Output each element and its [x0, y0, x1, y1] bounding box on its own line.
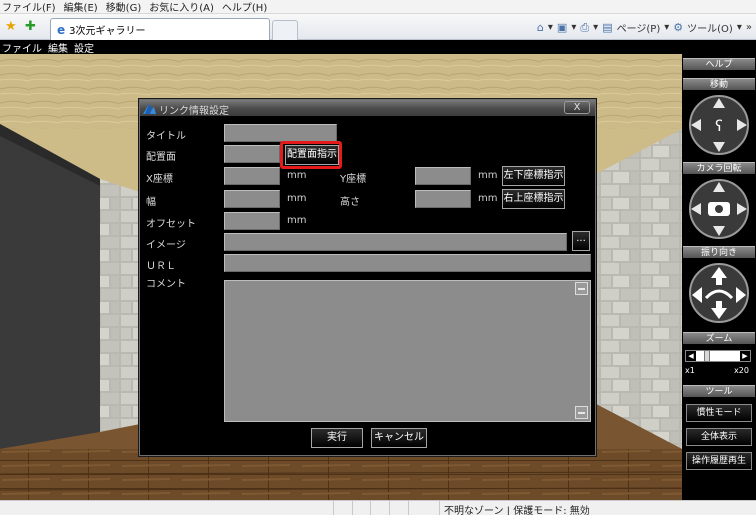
offset-field[interactable]	[224, 212, 280, 230]
zoom-slider[interactable]: ◀ ▶	[685, 350, 751, 362]
browser-window: ファイル(F) 編集(E) 移動(G) お気に入り(A) ヘルプ(H) ★ ✚ …	[0, 0, 756, 515]
comment-textarea[interactable]	[224, 280, 591, 422]
direction-section-header: 振り向き	[683, 246, 755, 258]
link-info-dialog: リンク情報設定 X タイトル 配置面 配置面指示 X座標 mm Y座標 mm 左…	[139, 99, 596, 456]
x-coord-label: X座標	[146, 174, 173, 185]
width-unit-label: mm	[287, 193, 307, 204]
url-label: ＵＲＬ	[146, 261, 176, 272]
move-walk-pad[interactable]: ʕ	[684, 94, 754, 156]
zoom-out-arrow-icon[interactable]: ◀	[686, 351, 696, 361]
ie-menu-bar: ファイル(F) 編集(E) 移動(G) お気に入り(A) ヘルプ(H)	[0, 0, 756, 14]
app-menu-bar: ファイル 編集 設定	[0, 40, 756, 55]
feeds-icon[interactable]: ▣	[557, 21, 567, 34]
y-unit-label: mm	[478, 170, 498, 181]
offset-label: オフセット	[146, 219, 196, 230]
top-right-coord-button[interactable]: 右上座標指示	[502, 189, 565, 209]
tools-menu[interactable]: ツール(O)	[687, 20, 733, 35]
zoom-in-arrow-icon[interactable]: ▶	[740, 351, 750, 361]
replay-history-button[interactable]: 操作履歴再生	[686, 452, 752, 470]
offset-unit-label: mm	[287, 215, 307, 226]
placement-select-button[interactable]: 配置面指示	[285, 145, 339, 165]
url-field[interactable]	[224, 254, 591, 272]
page-menu[interactable]: ページ(P)	[617, 20, 661, 35]
app-menu-file[interactable]: ファイル	[2, 40, 42, 55]
page-icon: ▤	[602, 21, 613, 34]
comment-scroll-down-button[interactable]	[575, 406, 588, 419]
height-field[interactable]	[415, 190, 471, 208]
app-logo-icon	[143, 104, 156, 114]
footprints-icon: ʕ	[715, 117, 723, 135]
zoom-section-header: ズーム	[683, 332, 755, 344]
title-field[interactable]	[224, 124, 337, 142]
dialog-title: リンク情報設定	[159, 106, 229, 117]
new-tab-button[interactable]	[272, 20, 298, 40]
zoom-min-label: x1	[685, 366, 695, 375]
x-coord-field[interactable]	[224, 167, 280, 185]
security-zone-status: 不明なゾーン | 保護モード: 無効	[444, 506, 590, 515]
tab-title: 3次元ギャラリー	[69, 26, 146, 37]
tab-3d-gallery[interactable]: e 3次元ギャラリー	[50, 18, 270, 40]
image-label: イメージ	[146, 240, 186, 251]
turn-direction-pad[interactable]	[684, 262, 754, 324]
dialog-close-button[interactable]: X	[564, 101, 590, 114]
y-coord-field[interactable]	[415, 167, 471, 185]
image-field[interactable]	[224, 233, 567, 251]
height-label: 高さ	[340, 197, 360, 208]
status-bar: 不明なゾーン | 保護モード: 無効	[0, 500, 756, 515]
help-button[interactable]: ヘルプ	[683, 58, 755, 70]
x-unit-label: mm	[287, 170, 307, 181]
zoom-max-label: x20	[734, 366, 749, 375]
top-left-coord-button[interactable]: 左下座標指示	[502, 166, 565, 186]
ie-tab-bar: ★ ✚ e 3次元ギャラリー ⌂ ▾ ▣ ▾ ⎙ ▾ ▤ ページ(P) ▾ ⚙ ツール(…	[0, 14, 756, 40]
execute-button[interactable]: 実行	[311, 428, 363, 448]
camera-rotate-pad[interactable]	[684, 178, 754, 240]
print-icon[interactable]: ⎙	[580, 21, 589, 35]
cancel-button[interactable]: キャンセル	[371, 428, 427, 448]
comment-scroll-up-button[interactable]	[575, 282, 588, 295]
ie-page-icon: e	[57, 22, 66, 37]
tools-section-header: ツール	[683, 385, 755, 397]
tools-gear-icon: ⚙	[673, 21, 684, 34]
inertia-mode-button[interactable]: 慣性モード	[686, 404, 752, 422]
ie-command-bar: ⌂ ▾ ▣ ▾ ⎙ ▾ ▤ ページ(P) ▾ ⚙ ツール(O) ▾ »	[536, 20, 752, 36]
camera-section-header: カメラ回転	[683, 162, 755, 174]
home-icon[interactable]: ⌂	[537, 21, 544, 34]
chevron-icon[interactable]: »	[746, 22, 752, 33]
ie-menu-help[interactable]: ヘルプ(H)	[222, 0, 267, 14]
zoom-slider-thumb[interactable]	[703, 350, 710, 362]
show-all-button[interactable]: 全体表示	[686, 428, 752, 446]
ie-menu-favorites[interactable]: お気に入り(A)	[149, 0, 214, 14]
width-field[interactable]	[224, 190, 280, 208]
ie-menu-edit[interactable]: 編集(E)	[64, 0, 98, 14]
ie-menu-go[interactable]: 移動(G)	[106, 0, 142, 14]
add-favorite-icon[interactable]: ✚	[25, 20, 36, 33]
height-unit-label: mm	[478, 193, 498, 204]
browse-image-button[interactable]: ...	[572, 231, 590, 251]
dialog-title-bar[interactable]: リンク情報設定 X	[140, 100, 595, 117]
width-label: 幅	[146, 197, 156, 208]
title-label: タイトル	[146, 131, 186, 142]
control-panel: ヘルプ 移動 ʕ カメラ回転 振り向き ズーム ◀ ▶ x1 x20 ツール 慣…	[682, 54, 756, 500]
app-menu-settings[interactable]: 設定	[74, 40, 94, 55]
placement-label: 配置面	[146, 152, 176, 163]
app-menu-edit[interactable]: 編集	[48, 40, 68, 55]
favorites-star-icon[interactable]: ★	[5, 20, 17, 33]
comment-label: コメント	[146, 279, 186, 290]
move-section-header: 移動	[683, 78, 755, 90]
placement-field[interactable]	[224, 145, 280, 163]
ie-menu-file[interactable]: ファイル(F)	[2, 0, 56, 14]
y-coord-label: Y座標	[340, 174, 367, 185]
